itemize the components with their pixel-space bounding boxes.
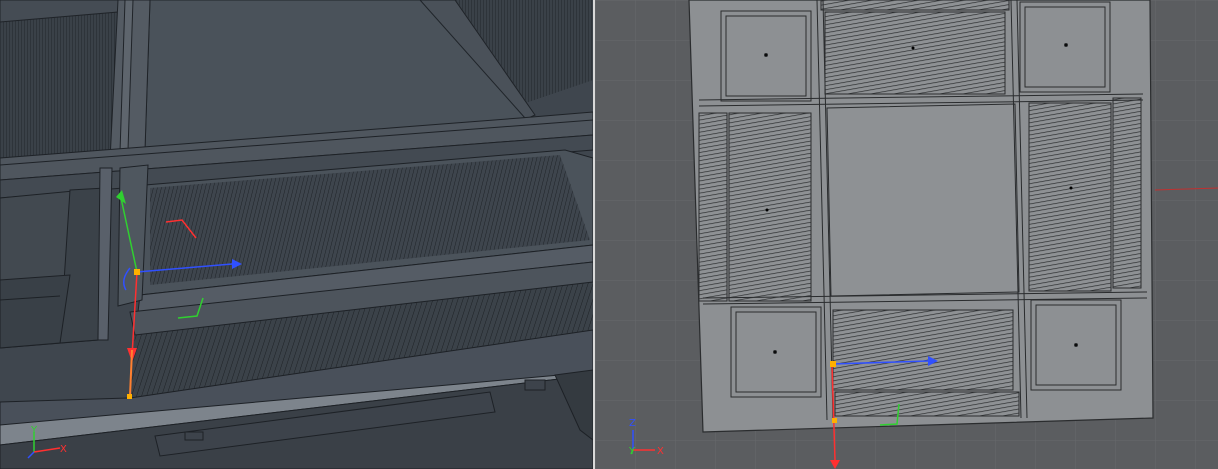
ribbed-pad-right-outer [1112,97,1142,289]
top-viewport[interactable]: Z Y X [595,0,1218,469]
ribbed-pad-left [728,112,812,302]
modeling-app: Y X Z Y X [0,0,1218,469]
axis-label-y-top: Y [629,446,636,457]
axis-label-y: Y [31,425,38,436]
axis-label-x: X [60,444,67,455]
top-scene [595,0,1218,469]
center-panel [826,103,1020,297]
axis-label-x-top: X [657,446,664,457]
ribbed-pad-bottom [832,309,1014,391]
perspective-viewport[interactable]: Y X [0,0,593,469]
axis-label-z: Z [629,418,636,429]
ribbed-pad-right [1028,102,1112,292]
ribbed-pad-top [824,11,1006,95]
perspective-scene [0,0,593,469]
ribbed-pad-left-outer [698,112,728,302]
ribbed-surface-upper-left [0,10,118,160]
